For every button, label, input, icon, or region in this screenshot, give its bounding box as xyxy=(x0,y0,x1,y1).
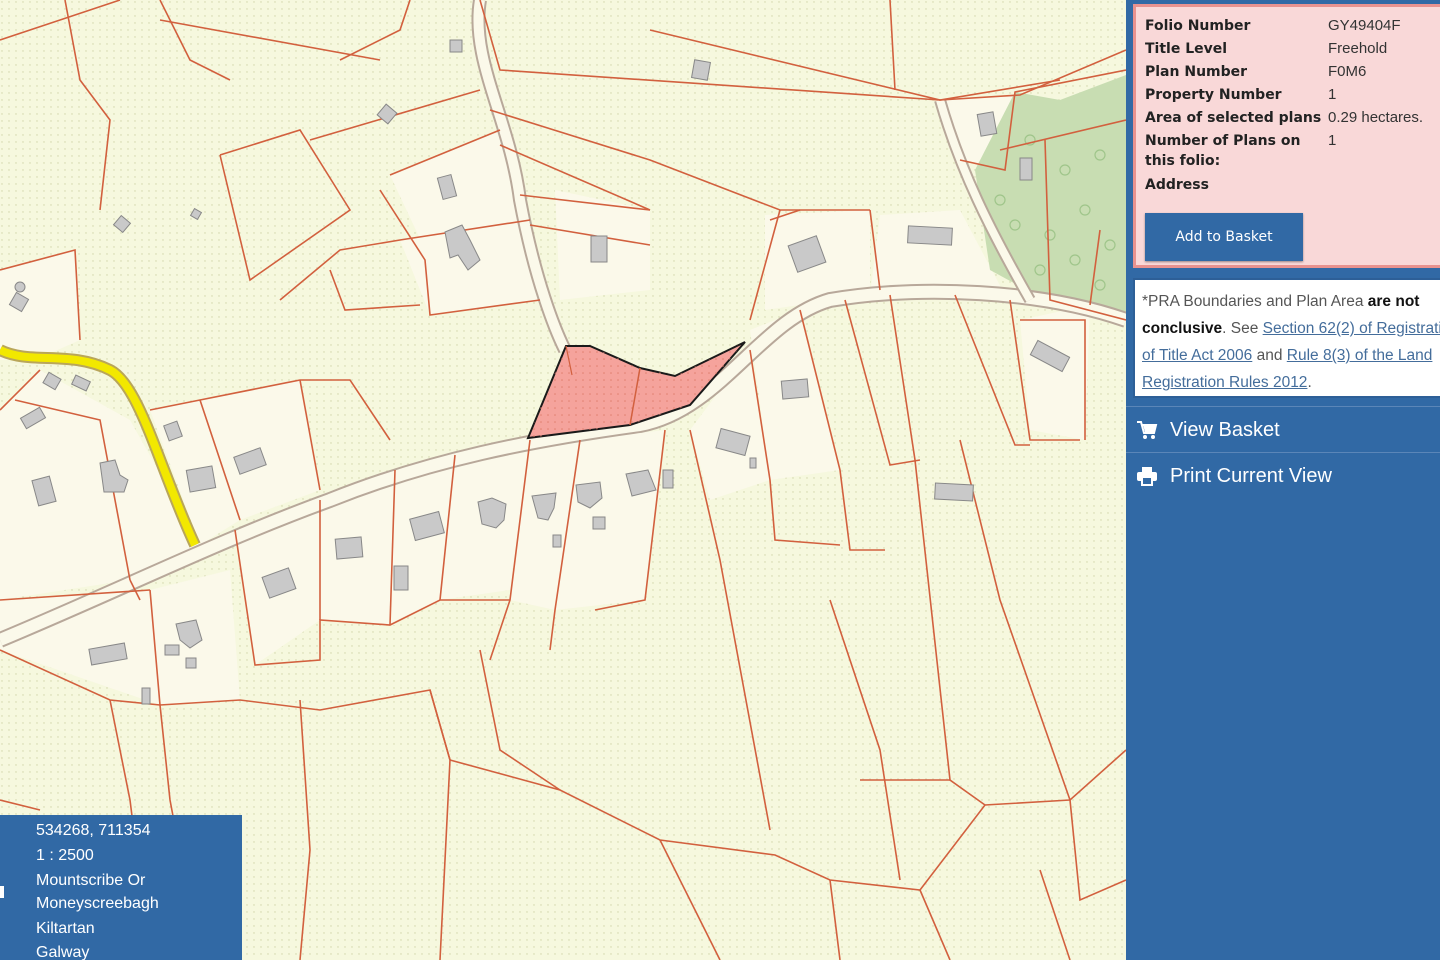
folio-label: Address xyxy=(1145,177,1209,193)
folio-row: Number of Plans on this folio: 1 xyxy=(1145,130,1423,174)
menu-divider xyxy=(1126,406,1440,407)
add-to-basket-button[interactable]: Add to Basket xyxy=(1145,213,1303,261)
folio-label: Folio Number xyxy=(1145,18,1251,34)
folio-value: Freehold xyxy=(1328,40,1388,57)
info-marker xyxy=(0,886,4,898)
folio-value xyxy=(1328,174,1423,197)
print-current-view-link[interactable]: Print Current View xyxy=(1126,454,1440,498)
map-coordinates: 534268, 711354 xyxy=(36,822,151,839)
print-view-label: Print Current View xyxy=(1170,464,1332,487)
folio-table: Folio Number GY49404F Title Level Freehold… xyxy=(1145,15,1423,197)
notice-text: and xyxy=(1252,347,1287,364)
folio-label: Property Number xyxy=(1145,87,1282,103)
folio-details-panel: Folio Number GY49404F Title Level Freehold… xyxy=(1133,4,1440,268)
disclaimer-notice: *PRA Boundaries and Plan Area are not co… xyxy=(1133,278,1440,398)
map-info-panel: 534268, 711354 1 : 2500 Mountscribe Or M… xyxy=(0,815,242,960)
folio-row: Plan Number F0M6 xyxy=(1145,61,1423,84)
view-basket-link[interactable]: View Basket xyxy=(1126,408,1440,452)
notice-text: . xyxy=(1307,374,1312,391)
folio-value: 0.29 hectares. xyxy=(1328,109,1424,126)
folio-label: Title Level xyxy=(1145,41,1228,57)
barony-name: Kiltartan xyxy=(36,920,95,937)
folio-value: 1 xyxy=(1328,86,1337,103)
cart-icon xyxy=(1136,420,1158,440)
folio-row: Property Number 1 xyxy=(1145,84,1423,107)
folio-value: F0M6 xyxy=(1328,63,1367,80)
folio-row: Title Level Freehold xyxy=(1145,38,1423,61)
townland-line-1: Mountscribe Or xyxy=(36,872,146,889)
folio-row: Area of selected plans 0.29 hectares. xyxy=(1145,107,1423,130)
folio-row: Folio Number GY49404F xyxy=(1145,15,1423,38)
print-icon xyxy=(1136,466,1158,486)
notice-text: . See xyxy=(1222,320,1263,337)
townland-line-2: Moneyscreebagh xyxy=(36,895,159,912)
folio-row: Address xyxy=(1145,174,1423,197)
folio-label: Number of Plans on this folio: xyxy=(1145,133,1301,169)
county-name: Galway xyxy=(36,944,90,960)
map-scale: 1 : 2500 xyxy=(36,847,94,864)
menu-divider xyxy=(1126,452,1440,453)
notice-text: *PRA Boundaries and Plan Area xyxy=(1142,293,1368,310)
sidebar: Folio Number GY49404F Title Level Freehold… xyxy=(1126,0,1440,960)
folio-label: Plan Number xyxy=(1145,64,1248,80)
view-basket-label: View Basket xyxy=(1170,418,1280,441)
folio-value: 1 xyxy=(1328,132,1337,149)
folio-value: GY49404F xyxy=(1328,17,1401,34)
folio-label: Area of selected plans xyxy=(1145,110,1322,126)
